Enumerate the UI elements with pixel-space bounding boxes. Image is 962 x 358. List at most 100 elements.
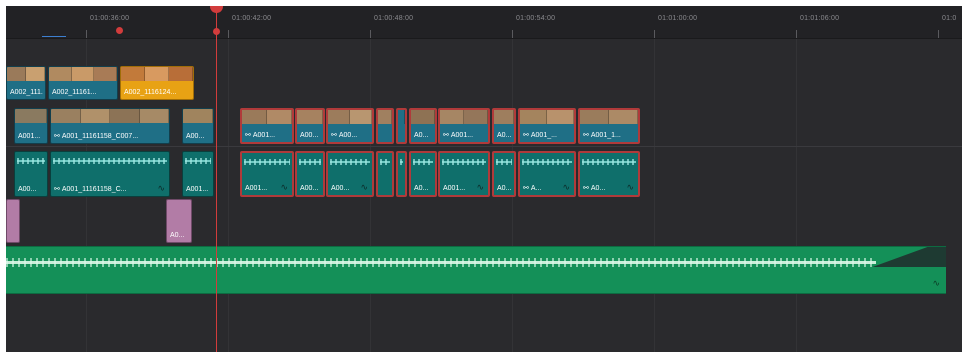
clip-thumbnail — [242, 110, 292, 124]
timecode-label: 01:00:54:00 — [516, 15, 556, 22]
grid-line — [228, 39, 229, 352]
clip-thumbnail — [15, 109, 47, 123]
track-divider — [6, 146, 962, 147]
ruler-tick — [796, 30, 797, 38]
clip-thumbnail — [7, 67, 45, 81]
clip-thumbnail — [51, 109, 169, 123]
audio-clip-selected[interactable]: ⚯ A... ∿ — [518, 151, 576, 197]
audio-waveform — [582, 159, 636, 165]
selected-video-clip[interactable]: A002_1116124... — [120, 66, 194, 100]
clip-name: A0... — [497, 132, 512, 139]
ruler-tick — [228, 30, 229, 38]
audio-clip-selected[interactable]: ⚯ A0... ∿ — [578, 151, 640, 197]
clip-thumbnail — [121, 67, 193, 81]
audio-clip-selected[interactable]: A001... ∿ — [438, 151, 490, 197]
audio-clip-selected[interactable]: A0... — [492, 151, 516, 197]
clip-name: A001... — [186, 186, 209, 193]
link-icon: ⚯ — [54, 133, 60, 140]
timecode-label: 01:00:36:00 — [90, 15, 130, 22]
clip-thumbnail — [440, 110, 488, 124]
audio-waveform — [17, 158, 45, 164]
timeline-panel[interactable]: 01:00:36:00 01:00:42:00 01:00:48:00 01:0… — [6, 6, 962, 352]
clip-name: A001... — [18, 133, 41, 140]
clip-name: ⚯ A001_1... — [583, 131, 636, 139]
audio-clip-pink[interactable]: A0... — [166, 199, 192, 243]
link-icon: ⚯ — [523, 132, 529, 139]
clip-name: A002_1116124... — [124, 89, 177, 96]
video-clip-selected[interactable]: ⚯ A00... — [326, 108, 374, 144]
clip-name: A0... — [414, 132, 429, 139]
playhead-marker — [213, 28, 220, 35]
clip-name: ⚯ A001... — [245, 131, 290, 139]
link-icon: ⚯ — [443, 132, 449, 139]
timeline-marker[interactable] — [116, 27, 123, 34]
video-clip-selected[interactable]: ⚯ A001_1... — [578, 108, 640, 144]
video-clip[interactable]: A00... — [182, 108, 214, 144]
fade-out-handle[interactable] — [866, 247, 946, 267]
link-icon: ⚯ — [583, 132, 589, 139]
link-icon: ⚯ — [245, 132, 251, 139]
video-clip-selected[interactable]: ⚯ A001... — [240, 108, 294, 144]
clip-thumbnail — [411, 110, 435, 124]
ruler-tick — [512, 30, 513, 38]
clip-name-text: A001_11161158_C007... — [61, 133, 139, 140]
video-clip-selected[interactable] — [396, 108, 407, 144]
clip-thumbnail — [494, 110, 514, 124]
video-clip-selected[interactable]: A0... — [409, 108, 437, 144]
clip-name: ⚯ A001_11161158_C007... — [54, 132, 167, 140]
clip-name: A00... — [300, 132, 319, 139]
clip-name: A00... — [300, 185, 319, 192]
audio-clip-selected[interactable] — [376, 151, 394, 197]
clip-thumbnail — [328, 110, 372, 124]
video-clip-selected[interactable] — [376, 108, 394, 144]
clip-thumbnail — [580, 110, 638, 124]
grid-line — [654, 39, 655, 352]
audio-clip[interactable]: A001... — [182, 151, 214, 197]
curve-icon: ∿ — [476, 182, 484, 192]
music-audio-clip[interactable]: ∿ — [6, 246, 946, 294]
video-clip[interactable]: A002_111... — [6, 66, 46, 100]
video-clip[interactable]: A001... — [14, 108, 48, 144]
clip-name-text: A001_11161158_C... — [61, 186, 127, 193]
video-clip-selected[interactable]: ⚯ A001_... — [518, 108, 576, 144]
video-clip-selected[interactable]: A0... — [492, 108, 516, 144]
clip-name-text: A0... — [590, 185, 606, 192]
audio-waveform — [299, 159, 321, 165]
curve-icon: ∿ — [157, 183, 165, 193]
clip-name: ⚯ A00... — [331, 131, 370, 139]
audio-waveform — [522, 159, 572, 165]
link-icon: ⚯ — [331, 132, 337, 139]
audio-clip-selected[interactable]: A001... ∿ — [240, 151, 294, 197]
clip-name: ⚯ A001... — [443, 131, 486, 139]
grid-line — [796, 39, 797, 352]
clip-thumbnail — [183, 109, 213, 123]
audio-clip-pink[interactable] — [6, 199, 20, 243]
audio-waveform — [53, 158, 167, 164]
clip-name: A0... — [497, 185, 512, 192]
audio-clip[interactable]: A00... — [14, 151, 48, 197]
clip-thumbnail — [49, 67, 117, 81]
audio-clip[interactable]: ⚯ A001_11161158_C... ∿ — [50, 151, 170, 197]
clip-thumbnail — [520, 110, 574, 124]
video-clip-selected[interactable]: ⚯ A001... — [438, 108, 490, 144]
video-clip-selected[interactable]: A00... — [295, 108, 325, 144]
clip-name: A00... — [18, 186, 37, 193]
playhead[interactable] — [216, 6, 217, 352]
audio-clip-selected[interactable]: A0... — [409, 151, 437, 197]
audio-clip-selected[interactable] — [396, 151, 407, 197]
link-icon: ⚯ — [54, 186, 60, 193]
timecode-ruler[interactable]: 01:00:36:00 01:00:42:00 01:00:48:00 01:0… — [6, 6, 962, 39]
audio-clip-selected[interactable]: A00... ∿ — [326, 151, 374, 197]
curve-icon: ∿ — [360, 182, 368, 192]
curve-icon: ∿ — [626, 182, 634, 192]
audio-waveform — [6, 258, 876, 267]
video-clip[interactable]: ⚯ A001_11161158_C007... — [50, 108, 170, 144]
clip-name-text: A001... — [450, 132, 474, 139]
clip-name-text: A00... — [338, 132, 358, 139]
clip-thumbnail — [297, 110, 323, 124]
clip-name-text: A... — [530, 185, 542, 192]
audio-clip-selected[interactable]: A00... — [295, 151, 325, 197]
video-clip[interactable]: A002_11161... — [48, 66, 118, 100]
ruler-tick — [654, 30, 655, 38]
curve-icon: ∿ — [280, 182, 288, 192]
